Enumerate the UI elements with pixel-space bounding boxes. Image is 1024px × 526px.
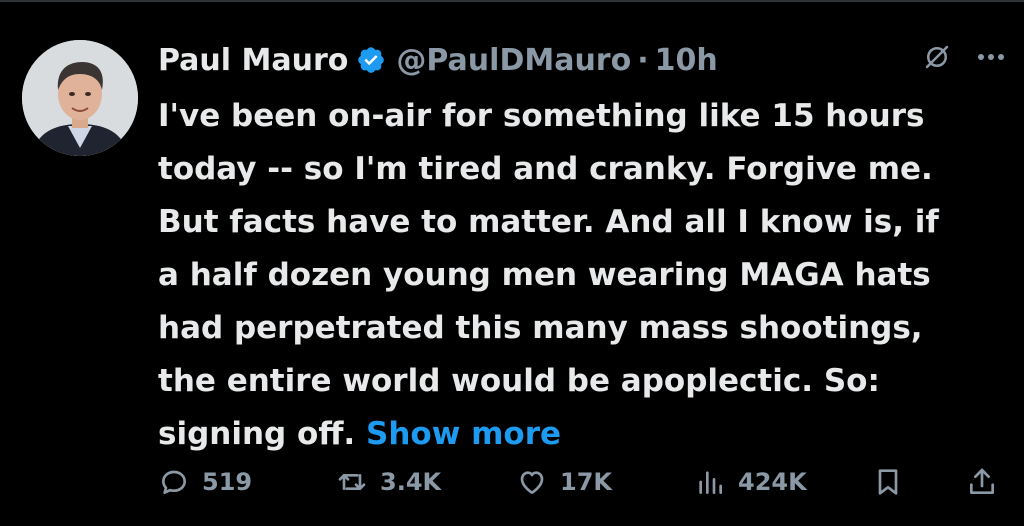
tweet-text-line: had perpetrated this many mass shootings… — [158, 310, 923, 346]
tweet-text-line: I've been on-air for something like 15 h… — [158, 98, 925, 134]
reply-count: 519 — [202, 468, 253, 496]
tweet-content: Paul Mauro @PaulDMauro · 10h I've been o… — [158, 34, 1008, 461]
view-count: 424K — [738, 468, 807, 496]
tweet[interactable]: Paul Mauro @PaulDMauro · 10h I've been o… — [0, 0, 1024, 526]
views-button[interactable]: 424K — [694, 458, 807, 506]
avatar[interactable] — [22, 40, 138, 156]
bookmark-button[interactable] — [872, 458, 904, 506]
reply-button[interactable]: 519 — [158, 458, 252, 506]
grok-icon[interactable] — [922, 42, 952, 72]
bookmark-icon — [872, 466, 904, 498]
divider — [0, 0, 1024, 2]
separator-dot: · — [637, 42, 649, 78]
share-button[interactable] — [966, 458, 998, 506]
tweet-text-last-line: signing off. Show more — [158, 408, 1008, 461]
tweet-text-line: the entire world would be apoplectic. So… — [158, 363, 880, 399]
reply-icon — [158, 466, 190, 498]
like-button[interactable]: 17K — [516, 458, 612, 506]
like-count: 17K — [560, 468, 612, 496]
author-handle[interactable]: @PaulDMauro — [396, 43, 631, 78]
avatar-image — [22, 40, 138, 156]
tweet-text-line: today -- so I'm tired and cranky. Forgiv… — [158, 151, 933, 187]
repost-count: 3.4K — [380, 468, 442, 496]
repost-icon — [336, 466, 368, 498]
repost-button[interactable]: 3.4K — [336, 458, 441, 506]
tweet-text: I've been on-air for something like 15 h… — [158, 90, 1008, 461]
verified-badge-icon — [356, 45, 386, 75]
timestamp[interactable]: 10h — [655, 43, 718, 78]
tweet-text-line: signing off. — [158, 416, 356, 452]
author-name[interactable]: Paul Mauro — [158, 43, 348, 78]
tweet-text-line: But facts have to matter. And all I know… — [158, 204, 939, 240]
share-icon — [966, 466, 998, 498]
tweet-text-line: a half dozen young men wearing MAGA hats — [158, 257, 931, 293]
show-more-link[interactable]: Show more — [366, 416, 561, 452]
tweet-header: Paul Mauro @PaulDMauro · 10h — [158, 34, 1008, 86]
views-icon — [694, 466, 726, 498]
header-actions — [922, 42, 1008, 72]
more-icon[interactable] — [974, 42, 1008, 72]
action-bar: 519 3.4K 17K 424K — [158, 458, 1004, 506]
heart-icon — [516, 466, 548, 498]
